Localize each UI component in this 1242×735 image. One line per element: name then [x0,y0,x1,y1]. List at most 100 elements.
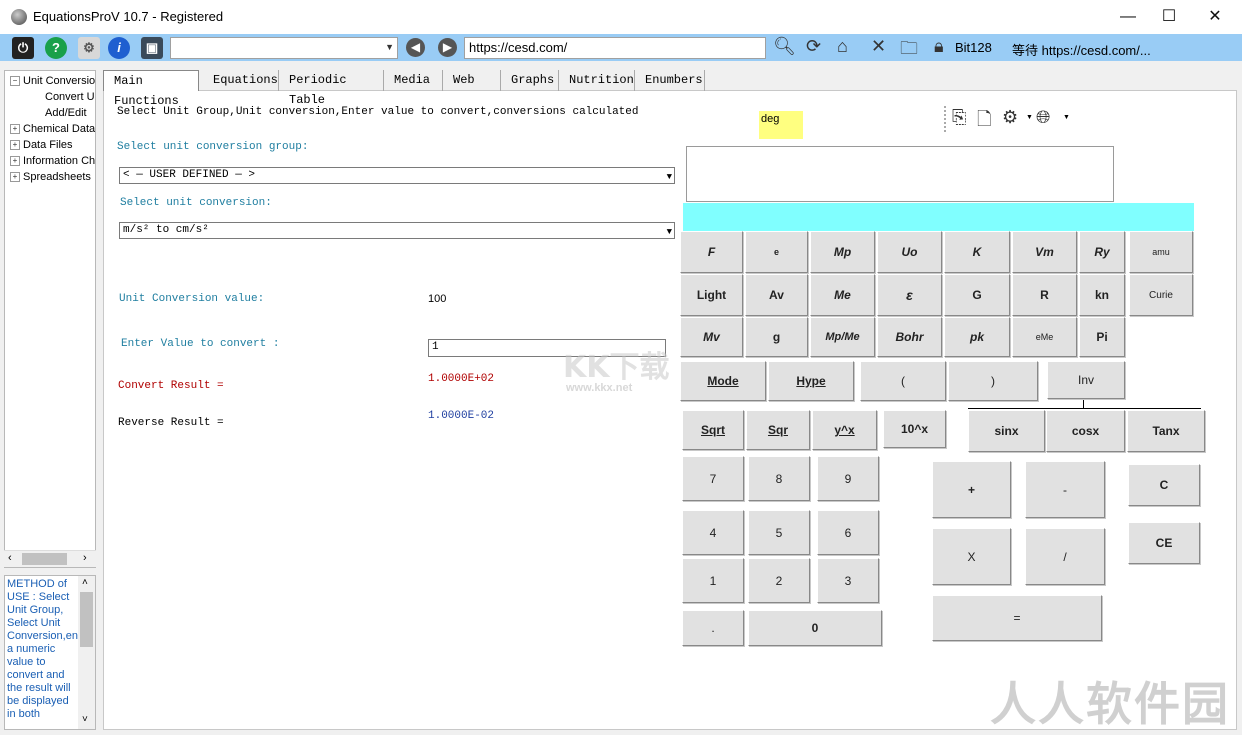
divide-button[interactable]: / [1025,528,1105,585]
tree-item-spreadsheets[interactable]: + Spreadsheets [10,171,91,183]
mode-button[interactable]: Mode [680,361,766,401]
const-r-button[interactable]: R [1012,274,1077,316]
const-me-button[interactable]: Me [810,274,875,316]
tan-button[interactable]: Tanx [1127,410,1205,452]
stop-icon[interactable]: ✕ [871,36,886,57]
tree-item-information[interactable]: + Information Ch [10,155,95,167]
scroll-up-icon[interactable]: ˄ [82,577,88,588]
const-g-button[interactable]: G [944,274,1010,316]
digit-5-button[interactable]: 5 [748,510,810,555]
plus-button[interactable]: + [932,461,1011,518]
info-icon[interactable]: i [108,37,130,59]
const-pk-button[interactable]: pk [944,317,1010,357]
const-ry-button[interactable]: Ry [1079,231,1125,273]
copy-icon[interactable]: ⎘ [952,107,966,128]
digit-8-button[interactable]: 8 [748,456,810,501]
const-pi-button[interactable]: Pi [1079,317,1125,357]
const-vm-button[interactable]: Vm [1012,231,1077,273]
y-pow-x-button[interactable]: y^x [812,410,877,450]
chevron-down-icon[interactable]: ▼ [1063,114,1070,121]
chevron-down-icon[interactable]: ▼ [1026,114,1033,121]
multiply-button[interactable]: X [932,528,1011,585]
const-av-button[interactable]: Av [745,274,808,316]
minus-button[interactable]: - [1025,461,1105,518]
digit-3-button[interactable]: 3 [817,558,879,603]
ten-pow-x-button[interactable]: 10^x [883,410,946,448]
const-mp-me-button[interactable]: Mp/Me [810,317,875,357]
const-mp-button[interactable]: Mp [810,231,875,273]
digit-0-button[interactable]: 0 [748,610,882,646]
const-kn-button[interactable]: kn [1079,274,1125,316]
home-icon[interactable]: ⌂ [837,36,848,57]
forward-icon[interactable]: ▶ [438,38,457,57]
const-e-button[interactable]: e [745,231,808,273]
scroll-left-icon[interactable]: ‹ [8,552,12,564]
hype-button[interactable]: Hype [768,361,854,401]
const-epsilon-button[interactable]: ε [877,274,942,316]
tree-item-chemical-data[interactable]: + Chemical Data [10,123,95,135]
tab-web[interactable]: Web [443,70,501,91]
tree-item-data-files[interactable]: + Data Files [10,139,73,151]
sin-button[interactable]: sinx [968,410,1045,452]
decimal-button[interactable]: . [682,610,744,646]
new-file-icon[interactable]: 🗋 [977,107,991,137]
refresh-icon[interactable]: ⟳ [806,36,821,57]
sqrt-button[interactable]: Sqrt [682,410,744,450]
minimize-button[interactable]: — [1105,0,1151,34]
equals-button[interactable]: = [932,595,1102,641]
collapse-icon[interactable]: − [10,76,20,87]
tree-item-add-edit[interactable]: Add/Edit [45,107,87,119]
left-paren-button[interactable]: ( [860,361,946,401]
maximize-button[interactable]: ☐ [1146,0,1192,34]
const-light-button[interactable]: Light [680,274,743,316]
const-amu-button[interactable]: amu [1129,231,1193,273]
digit-1-button[interactable]: 1 [682,558,744,603]
expand-icon[interactable]: + [10,172,20,183]
expand-icon[interactable]: + [10,140,20,151]
scrollbar-thumb[interactable] [80,592,93,647]
tree-item-unit-conversion[interactable]: − Unit Conversion [10,75,95,87]
scroll-right-icon[interactable]: › [83,552,87,564]
digit-7-button[interactable]: 7 [682,456,744,501]
url-input[interactable]: https://cesd.com/ [464,37,766,59]
clear-entry-button[interactable]: CE [1128,522,1200,564]
digit-9-button[interactable]: 9 [817,456,879,501]
const-f-button[interactable]: F [680,231,743,273]
const-mv-button[interactable]: Mv [680,317,743,357]
tab-periodic-table[interactable]: Periodic Table [279,70,384,107]
back-icon[interactable]: ◀ [406,38,425,57]
globe-icon[interactable]: 🌐︎ [1036,107,1050,128]
scroll-down-icon[interactable]: ˅ [82,714,88,725]
toolbar-combo[interactable]: ▼ [170,37,398,59]
tab-main-functions[interactable]: Main Functions [103,70,199,108]
search-icon[interactable]: 🔍︎ [773,36,796,57]
const-k-button[interactable]: K [944,231,1010,273]
digit-2-button[interactable]: 2 [748,558,810,603]
help-icon[interactable]: ? [45,37,67,59]
cos-button[interactable]: cosx [1046,410,1125,452]
tab-nutrition[interactable]: Nutrition [559,70,635,91]
const-bohr-button[interactable]: Bohr [877,317,942,357]
power-icon[interactable]: ⏻ [12,37,34,59]
tab-graphs[interactable]: Graphs [501,70,559,91]
digit-4-button[interactable]: 4 [682,510,744,555]
unit-conversion-select[interactable]: m/s² to cm/s² ▼ [119,222,675,239]
right-paren-button[interactable]: ) [948,361,1038,401]
const-uo-button[interactable]: Uo [877,231,942,273]
digit-6-button[interactable]: 6 [817,510,879,555]
search-settings-icon[interactable]: ⚙ [78,37,100,59]
unit-group-select[interactable]: < — USER DEFINED — > ▼ [119,167,675,184]
tab-media[interactable]: Media [384,70,443,91]
scrollbar-thumb[interactable] [22,553,67,565]
const-eme-button[interactable]: eMe [1012,317,1077,357]
new-folder-icon[interactable]: 🗀 [900,36,918,66]
const-curie-button[interactable]: Curie [1129,274,1193,316]
monitor-icon[interactable]: ▣ [141,37,163,59]
inv-button[interactable]: Inv [1047,361,1125,399]
close-button[interactable]: ✕ [1192,0,1238,34]
clear-button[interactable]: C [1128,464,1200,506]
tree-item-convert-units[interactable]: Convert Units [45,91,95,103]
expand-icon[interactable]: + [10,124,20,135]
sqr-button[interactable]: Sqr [746,410,810,450]
expand-icon[interactable]: + [10,156,20,167]
